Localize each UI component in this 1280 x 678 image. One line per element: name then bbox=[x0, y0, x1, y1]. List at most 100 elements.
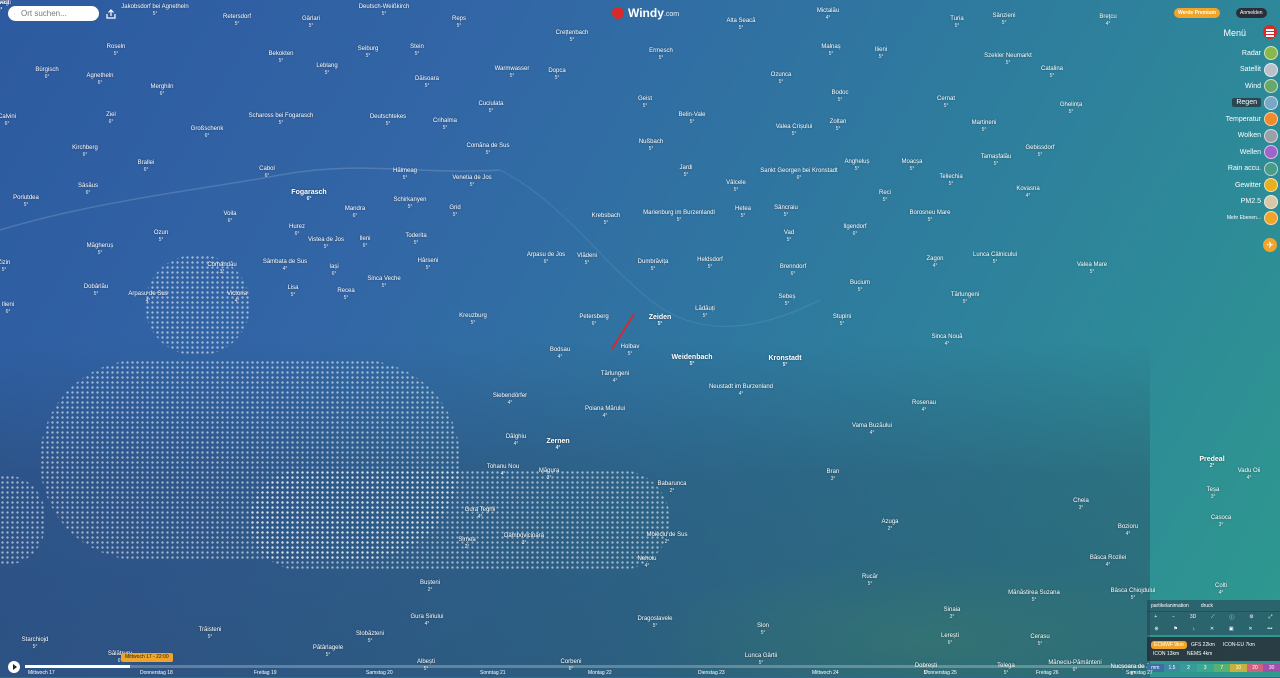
3d-button[interactable]: 3D bbox=[1190, 614, 1196, 620]
city-label: Hetea5° bbox=[735, 206, 751, 220]
hamburger-menu-icon[interactable] bbox=[1263, 25, 1277, 39]
timeline-day[interactable]: Freitag 19 bbox=[254, 670, 277, 676]
close-icon[interactable]: ✕ bbox=[1210, 626, 1214, 632]
timeline-day[interactable]: Freitag 26 bbox=[1036, 670, 1059, 676]
layer-wolken[interactable]: Wolken bbox=[1238, 129, 1278, 143]
isoline-toggle[interactable]: druck bbox=[1201, 603, 1213, 609]
more-icon[interactable]: ••• bbox=[1267, 626, 1272, 632]
timeline-day[interactable]: Mittwoch 17 bbox=[28, 670, 55, 676]
timeline-day[interactable]: Montag 22 bbox=[588, 670, 612, 676]
timeline-current-time: Mittwoch 17 - 22:00 bbox=[121, 653, 173, 662]
city-label: Ozun5° bbox=[154, 230, 168, 244]
login-button[interactable]: Anmelden bbox=[1236, 8, 1267, 18]
layer-regen[interactable]: Regen bbox=[1232, 96, 1278, 110]
flag-icon[interactable]: ⚑ bbox=[1173, 626, 1177, 632]
city-label: Alta Seacă5° bbox=[726, 18, 755, 32]
layer-satellit[interactable]: Satellit bbox=[1240, 63, 1278, 77]
city-label: Trăisteni5° bbox=[199, 627, 222, 641]
layer-rain-accu-[interactable]: Rain accu. bbox=[1228, 162, 1278, 176]
city-label: Martineni5° bbox=[972, 120, 997, 134]
city-label: Colti4° bbox=[1215, 583, 1227, 597]
play-button[interactable] bbox=[8, 661, 20, 673]
layer-radar[interactable]: Radar bbox=[1242, 46, 1278, 60]
timeline-progress bbox=[25, 665, 130, 668]
zoom-in-button[interactable]: + bbox=[1154, 614, 1157, 620]
city-label: Turia5° bbox=[950, 16, 963, 30]
city-label: Recea5° bbox=[337, 288, 354, 302]
city-label: Ghelința5° bbox=[1060, 102, 1082, 116]
download-icon[interactable]: ↓ bbox=[1193, 626, 1196, 632]
city-label: Ilieni5° bbox=[875, 47, 887, 61]
city-label: Mănăstirea Suzana5° bbox=[1008, 590, 1060, 604]
city-label: Vâlcele5° bbox=[726, 180, 746, 194]
city-label: Crețtenbach5° bbox=[556, 30, 589, 44]
timeline-day[interactable]: Dienstag 23 bbox=[698, 670, 725, 676]
search-box[interactable] bbox=[8, 6, 99, 21]
particle-toggle[interactable]: partikelanimation bbox=[1151, 603, 1189, 609]
close-icon[interactable]: ✕ bbox=[1248, 626, 1252, 632]
ruler-icon[interactable]: ⟋ bbox=[1211, 614, 1215, 620]
timeline-day[interactable]: Samstag 20 bbox=[366, 670, 393, 676]
fullscreen-icon[interactable]: ⤢ bbox=[1269, 614, 1273, 620]
city-label: Petersberg6° bbox=[579, 314, 608, 328]
model-icon[interactable]: ICON 13km bbox=[1153, 651, 1179, 657]
city-label: Ozunca5° bbox=[771, 72, 792, 86]
layer-icon bbox=[1264, 96, 1278, 110]
city-label: Rosenau4° bbox=[912, 400, 936, 414]
city-label: Dopca5° bbox=[548, 68, 565, 82]
city-label: Iași6° bbox=[329, 264, 338, 278]
city-label: Porlutdea5° bbox=[13, 195, 39, 209]
city-label: Hălmeag5° bbox=[393, 168, 417, 182]
city-label: Cuciulata5° bbox=[478, 101, 503, 115]
layer-mehr-ebenen-[interactable]: Mehr Ebenen... bbox=[1227, 211, 1278, 225]
layer-gewitter[interactable]: Gewitter bbox=[1235, 178, 1278, 192]
weather-map[interactable]: Jakobsdorf bei Agnetheln5°Retersdorf5°Gâ… bbox=[0, 0, 1280, 677]
model-icon-eu[interactable]: ICON-EU 7km bbox=[1223, 642, 1255, 648]
airplane-icon[interactable]: ✈ bbox=[1263, 238, 1277, 252]
premium-button[interactable]: Werde Premium bbox=[1174, 8, 1220, 18]
layer-pm2-5[interactable]: PM2.5 bbox=[1241, 195, 1278, 209]
timeline-day[interactable]: Mittwoch 24 bbox=[812, 670, 839, 676]
city-label: Bușteni2° bbox=[420, 580, 440, 594]
city-label: Victoria4° bbox=[227, 291, 247, 305]
layer-wind[interactable]: Wind bbox=[1245, 79, 1278, 93]
city-label: Bürgisch6° bbox=[35, 67, 58, 81]
city-label: Zizin5° bbox=[0, 260, 10, 274]
model-ecmwf[interactable]: ECMWF 9km bbox=[1151, 641, 1187, 649]
location-icon[interactable]: ⊕ bbox=[1154, 626, 1158, 632]
map-controls-row: + − 3D ⟋ ⓘ ⚙ ⤢ bbox=[1147, 611, 1280, 623]
city-label: Gura Teghii4° bbox=[465, 507, 496, 521]
city-label: Sirnea2° bbox=[458, 537, 475, 551]
camera-icon[interactable]: ▣ bbox=[1229, 626, 1234, 632]
city-label: Sâmbata de Sus4° bbox=[263, 259, 307, 273]
timeline-track[interactable] bbox=[25, 665, 1145, 668]
layer-temperatur[interactable]: Temperatur bbox=[1226, 112, 1278, 126]
city-label: Venetia de Jos5° bbox=[452, 175, 491, 189]
model-gfs[interactable]: GFS 22km bbox=[1191, 642, 1215, 648]
zoom-out-button[interactable]: − bbox=[1172, 614, 1175, 620]
city-label: Reps5° bbox=[452, 16, 466, 30]
city-label: Mictalău4° bbox=[817, 8, 839, 22]
share-icon[interactable] bbox=[105, 8, 117, 20]
city-label: Sebeș5° bbox=[778, 294, 795, 308]
city-label: Heldsdorf5° bbox=[697, 257, 723, 271]
search-input[interactable] bbox=[19, 8, 93, 19]
layer-icon bbox=[1264, 195, 1278, 209]
timeline-day[interactable]: Donnerstag 18 bbox=[140, 670, 173, 676]
city-label: Bran3° bbox=[827, 469, 840, 483]
timeline-day[interactable]: Samstag 27 bbox=[1126, 670, 1153, 676]
layer-icon bbox=[1264, 79, 1278, 93]
timeline-day[interactable]: Donnerstag 25 bbox=[924, 670, 957, 676]
city-label: Lerești6° bbox=[941, 633, 959, 647]
menu-label[interactable]: Menü bbox=[1223, 28, 1246, 38]
city-label: Stupini5° bbox=[833, 314, 851, 328]
windy-logo[interactable]: Windy .com bbox=[612, 6, 679, 20]
info-icon[interactable]: ⓘ bbox=[1229, 614, 1234, 621]
settings-icon[interactable]: ⚙ bbox=[1249, 614, 1253, 620]
city-label: Lunca Câlnicului5° bbox=[973, 252, 1017, 266]
model-nems[interactable]: NEMS 4km bbox=[1187, 651, 1212, 657]
layer-wellen[interactable]: Wellen bbox=[1240, 145, 1278, 159]
city-label: Zoltan5° bbox=[830, 119, 847, 133]
timeline-day[interactable]: Sonntag 21 bbox=[480, 670, 506, 676]
city-label: Zagon4° bbox=[926, 256, 943, 270]
